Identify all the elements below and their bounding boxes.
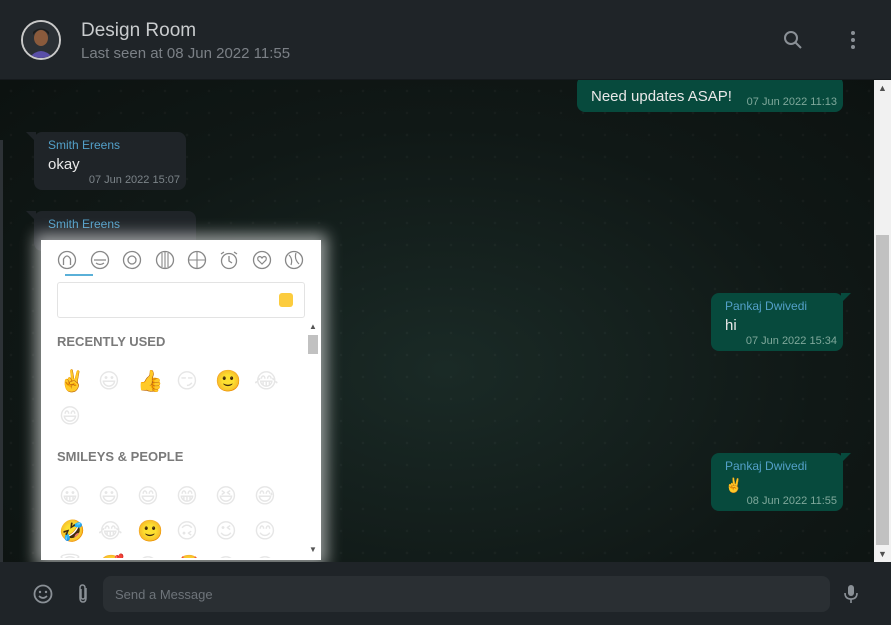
composer-bar bbox=[0, 562, 891, 625]
smileys-emoji-grid: 😀😃😄😁😆😅 🤣😂🙂🙃😉😊 😇🥰😍🤩😘😗 bbox=[59, 483, 293, 558]
sender-name: Smith Ereens bbox=[48, 217, 121, 231]
emoji-item[interactable]: 😇 bbox=[59, 553, 98, 558]
left-divider bbox=[0, 140, 3, 562]
emoji-item[interactable]: 😘 bbox=[215, 553, 254, 558]
message-time: 08 Jun 2022 11:55 bbox=[746, 495, 837, 507]
section-title-smileys: SMILEYS & PEOPLE bbox=[57, 449, 184, 464]
scroll-thumb[interactable] bbox=[308, 335, 318, 354]
scroll-up-arrow[interactable]: ▲ bbox=[307, 322, 319, 331]
emoji-item[interactable]: 😏 bbox=[176, 368, 215, 395]
emoji-item[interactable]: 😉 bbox=[215, 518, 254, 545]
chat-header: Design Room Last seen at 08 Jun 2022 11:… bbox=[0, 0, 891, 80]
emoji-item[interactable]: 🙂 bbox=[137, 518, 176, 545]
nature-icon[interactable] bbox=[89, 250, 111, 272]
symbols-icon[interactable] bbox=[251, 250, 273, 272]
emoji-search-input[interactable] bbox=[58, 283, 268, 317]
chat-title: Design Room bbox=[81, 20, 197, 41]
emoji-item[interactable]: 😃 bbox=[98, 483, 137, 510]
emoji-item[interactable]: 🤣 bbox=[59, 518, 98, 545]
emoji-item[interactable]: 🥰 bbox=[98, 553, 137, 558]
scroll-up-arrow[interactable]: ▲ bbox=[874, 80, 891, 96]
flags-icon[interactable] bbox=[283, 250, 305, 272]
message-input[interactable] bbox=[115, 576, 818, 612]
emoji-item[interactable]: 🙃 bbox=[176, 518, 215, 545]
microphone-icon[interactable] bbox=[839, 582, 863, 606]
message-text: hi bbox=[725, 317, 737, 334]
emoji-item[interactable]: 😄 bbox=[59, 403, 98, 430]
emoji-item[interactable]: 😆 bbox=[215, 483, 254, 510]
emoji-scrollbar[interactable]: ▲ ▼ bbox=[307, 320, 319, 558]
emoji-item[interactable]: 😗 bbox=[254, 553, 293, 558]
message-bubble-incoming[interactable]: Smith Ereens okay 07 Jun 2022 15:07 bbox=[26, 132, 186, 190]
emoji-item[interactable]: 😅 bbox=[254, 483, 293, 510]
search-icon[interactable] bbox=[781, 28, 805, 52]
more-options-icon[interactable] bbox=[841, 28, 865, 52]
emoji-item[interactable]: 😊 bbox=[254, 518, 293, 545]
objects-icon[interactable] bbox=[218, 250, 240, 272]
emoji-item[interactable]: 😄 bbox=[137, 483, 176, 510]
sender-name: Smith Ereens bbox=[48, 138, 121, 152]
people-icon[interactable] bbox=[56, 250, 78, 272]
emoji-item[interactable]: 👍 bbox=[137, 368, 176, 395]
scroll-thumb[interactable] bbox=[876, 235, 889, 545]
active-category-indicator bbox=[65, 274, 93, 276]
emoji-item[interactable]: 😀 bbox=[59, 483, 98, 510]
section-title-recent: RECENTLY USED bbox=[57, 334, 166, 349]
message-bubble-outgoing[interactable]: Need updates ASAP! 07 Jun 2022 11:13 bbox=[577, 80, 843, 112]
emoji-picker: RECENTLY USED ✌️ 😃 👍 😏 🙂 😂 😄 SMILEYS & PEOPLE … bbox=[41, 240, 321, 560]
emoji-item[interactable]: 😁 bbox=[176, 483, 215, 510]
message-input-field[interactable] bbox=[103, 576, 830, 612]
emoji-item[interactable]: 🙂 bbox=[215, 368, 254, 395]
chat-scrollbar[interactable]: ▲ ▼ bbox=[874, 80, 891, 562]
message-bubble-outgoing[interactable]: Pankaj Dwivedi hi 07 Jun 2022 15:34 bbox=[711, 293, 851, 351]
travel-icon[interactable] bbox=[186, 250, 208, 272]
skin-tone-selector[interactable] bbox=[279, 293, 293, 307]
avatar[interactable] bbox=[21, 20, 61, 60]
sender-name: Pankaj Dwivedi bbox=[725, 459, 808, 473]
sender-name: Pankaj Dwivedi bbox=[725, 299, 808, 313]
emoji-item[interactable]: 😃 bbox=[98, 368, 137, 395]
message-time: 07 Jun 2022 11:13 bbox=[746, 96, 837, 108]
emoji-category-bar bbox=[41, 240, 321, 278]
message-text: okay bbox=[48, 156, 80, 173]
recent-emoji-grid: ✌️ 😃 👍 😏 🙂 😂 😄 bbox=[59, 368, 293, 430]
message-bubble-outgoing[interactable]: Pankaj Dwivedi ✌️ 08 Jun 2022 11:55 bbox=[711, 453, 851, 511]
emoji-icon[interactable] bbox=[31, 582, 55, 606]
emoji-item[interactable]: 😍 bbox=[137, 553, 176, 558]
emoji-item[interactable]: ✌️ bbox=[59, 368, 98, 395]
message-time: 07 Jun 2022 15:34 bbox=[745, 335, 837, 347]
message-emoji: ✌️ bbox=[725, 477, 743, 493]
scroll-down-arrow[interactable]: ▼ bbox=[307, 545, 319, 554]
last-seen-status: Last seen at 08 Jun 2022 11:55 bbox=[81, 45, 291, 62]
emoji-item[interactable]: 😂 bbox=[254, 368, 293, 395]
attachment-icon[interactable] bbox=[71, 582, 95, 606]
activity-icon[interactable] bbox=[154, 250, 176, 272]
emoji-item[interactable]: 🤩 bbox=[176, 553, 215, 558]
emoji-search-field[interactable] bbox=[57, 282, 305, 318]
emoji-item[interactable]: 😂 bbox=[98, 518, 137, 545]
food-icon[interactable] bbox=[121, 250, 143, 272]
scroll-down-arrow[interactable]: ▼ bbox=[874, 546, 891, 562]
message-time: 07 Jun 2022 15:07 bbox=[88, 174, 180, 186]
